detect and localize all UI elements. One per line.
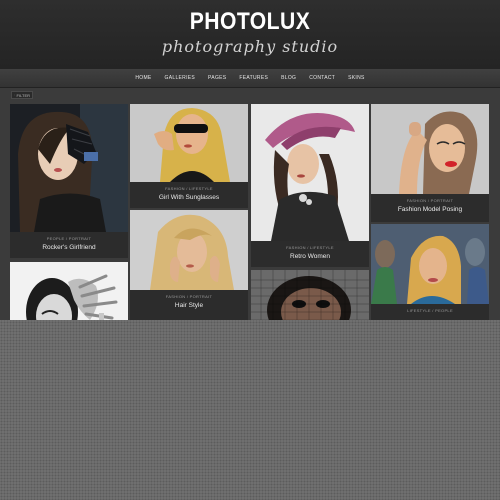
filter-button[interactable]: FILTER <box>11 91 33 99</box>
filter-label: FILTER <box>16 92 30 98</box>
gallery-caption: FASHION / LIFESTYLE Girl With Sunglasses <box>130 182 248 201</box>
gallery-category[interactable]: FASHION / LIFESTYLE <box>130 186 248 191</box>
gallery-grid: FILTER PEOPLE / PORTRAIT Rocker's Girlfr… <box>0 88 500 320</box>
gallery-item-rockers-girlfriend[interactable]: PEOPLE / PORTRAIT Rocker's Girlfriend <box>10 104 128 258</box>
gallery-item-girl-with-sunglasses[interactable]: FASHION / LIFESTYLE Girl With Sunglasses <box>130 104 248 208</box>
gallery-title[interactable]: Rocker's Girlfriend <box>10 244 128 251</box>
nav-item-pages[interactable]: PAGES <box>208 75 226 81</box>
gallery-photo[interactable] <box>130 210 248 290</box>
gallery-caption: PEOPLE / PORTRAIT Rocker's Girlfriend <box>10 232 128 251</box>
gallery-caption: LIFESTYLE / PEOPLE <box>371 304 489 313</box>
nav-item-contact[interactable]: CONTACT <box>309 75 335 81</box>
nav-item-home[interactable]: HOME <box>135 75 151 81</box>
gallery-item-fashion-model-posing[interactable]: FASHION / PORTRAIT Fashion Model Posing <box>371 104 489 222</box>
gallery-category[interactable]: PEOPLE / PORTRAIT <box>10 236 128 241</box>
gallery-item[interactable] <box>10 262 128 320</box>
gallery-photo[interactable] <box>371 224 489 304</box>
gallery-photo[interactable] <box>10 262 128 320</box>
gallery-title[interactable]: Girl With Sunglasses <box>130 194 248 201</box>
gallery-item-hair-style[interactable]: FASHION / PORTRAIT Hair Style <box>130 210 248 320</box>
gallery-photo[interactable] <box>251 104 369 241</box>
gallery-item[interactable] <box>251 270 369 320</box>
nav-item-blog[interactable]: BLOG <box>281 75 296 81</box>
gallery-caption: FASHION / LIFESTYLE Retro Women <box>251 241 369 260</box>
gallery-photo[interactable] <box>10 104 128 232</box>
gallery-photo[interactable] <box>251 270 369 320</box>
nav-item-features[interactable]: FEATURES <box>239 75 268 81</box>
site-tagline: photography studio <box>161 37 339 56</box>
site-logo-title[interactable]: PHOTOLUX <box>30 8 470 36</box>
gallery-category[interactable]: FASHION / PORTRAIT <box>130 294 248 299</box>
filter-icon <box>14 94 15 96</box>
nav-item-galleries[interactable]: GALLERIES <box>165 75 196 81</box>
gallery-category[interactable]: LIFESTYLE / PEOPLE <box>371 308 489 313</box>
page-background <box>0 320 500 500</box>
nav-item-skins[interactable]: SKINS <box>348 75 365 81</box>
site-header: PHOTOLUX photography studio <box>0 0 500 70</box>
gallery-photo[interactable] <box>371 104 489 194</box>
gallery-caption: FASHION / PORTRAIT Hair Style <box>130 290 248 309</box>
gallery-title[interactable]: Retro Women <box>251 253 369 260</box>
gallery-category[interactable]: FASHION / PORTRAIT <box>371 198 489 203</box>
gallery-item-retro-women[interactable]: FASHION / LIFESTYLE Retro Women <box>251 104 369 267</box>
gallery-caption: FASHION / PORTRAIT Fashion Model Posing <box>371 194 489 213</box>
gallery-photo[interactable] <box>130 104 248 182</box>
gallery-category[interactable]: FASHION / LIFESTYLE <box>251 245 369 250</box>
gallery-title[interactable]: Hair Style <box>130 302 248 309</box>
main-navigation: HOME GALLERIES PAGES FEATURES BLOG CONTA… <box>0 69 500 88</box>
gallery-item-lifestyle-people[interactable]: LIFESTYLE / PEOPLE <box>371 224 489 320</box>
gallery-title[interactable]: Fashion Model Posing <box>371 206 489 213</box>
scrollbar-thumb[interactable] <box>99 313 104 320</box>
